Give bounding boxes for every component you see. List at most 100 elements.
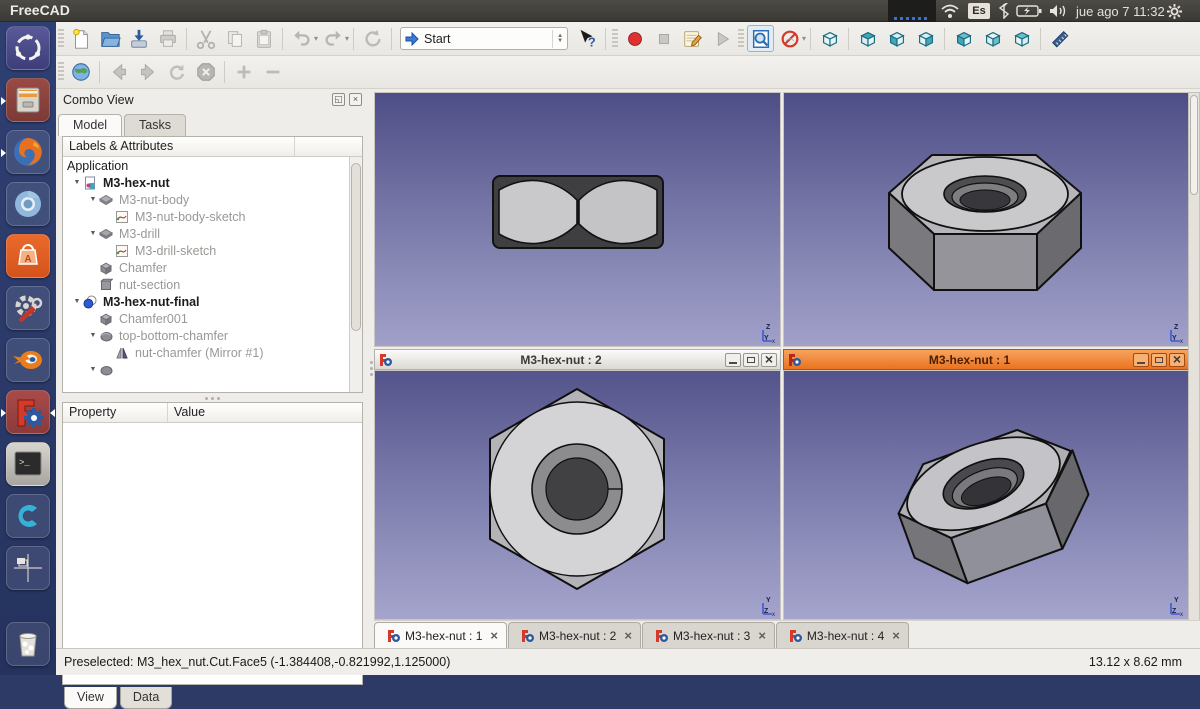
tree-item-m3-hex-nut-final[interactable]: ▼ M3-hex-nut-final [63,293,362,310]
launcher-terminal-icon[interactable]: >_ [6,442,50,486]
view-rear-button[interactable] [950,25,977,52]
tree-item-top-bottom-chamfer[interactable]: ▼ top-bottom-chamfer [63,327,362,344]
close-button[interactable] [1169,353,1185,367]
tree-item-m3-nut-body[interactable]: ▼ M3-nut-body [63,191,362,208]
whats-this-button[interactable]: ? [573,25,600,52]
redo-button[interactable] [319,25,346,52]
close-button[interactable] [761,353,777,367]
expander-icon[interactable]: ▼ [87,366,99,373]
tab-close-icon[interactable]: × [758,628,766,643]
expander-icon[interactable]: ▼ [87,196,99,203]
subwindow-titlebar-1[interactable]: M3-hex-nut : 1 [783,349,1189,370]
undo-button[interactable] [288,25,315,52]
mdi-tab-3[interactable]: M3-hex-nut : 3× [642,622,775,648]
zoom-in-button[interactable] [230,59,257,86]
tree-item-chamfer[interactable]: Chamfer [63,259,362,276]
keyboard-layout-indicator[interactable]: Es [968,3,990,19]
tab-close-icon[interactable]: × [490,628,498,643]
tree-item-m3-nut-body-sketch[interactable]: M3-nut-body-sketch [63,208,362,225]
tree-item-partial[interactable]: ▼ [63,361,362,378]
launcher-firefox-icon[interactable] [6,130,50,174]
viewport-top-view[interactable]: YZx [374,370,781,620]
volume-icon[interactable] [1048,0,1068,22]
clock[interactable]: jue ago 7 11:32 [1076,0,1165,22]
tree-item-m3-drill[interactable]: ▼ M3-drill [63,225,362,242]
mdi-scrollbar-thumb[interactable] [1190,95,1198,195]
new-file-button[interactable] [67,25,94,52]
view-front-button[interactable] [854,25,881,52]
property-column-header[interactable]: Property [63,403,168,422]
tab-model[interactable]: Model [58,114,122,136]
mdi-tab-2[interactable]: M3-hex-nut : 2× [508,622,641,648]
tab-close-icon[interactable]: × [892,628,900,643]
mdi-tab-4[interactable]: M3-hex-nut : 4× [776,622,909,648]
undo-dropdown-icon[interactable]: ▾ [314,34,318,43]
expander-icon[interactable]: ▼ [87,230,99,237]
tree-item-m3-drill-sketch[interactable]: M3-drill-sketch [63,242,362,259]
measure-button[interactable] [1046,25,1073,52]
print-button[interactable] [154,25,181,52]
launcher-software-center-icon[interactable]: A [6,234,50,278]
viewport-front-view[interactable]: ZYx [374,92,781,347]
launcher-freecad-icon[interactable] [6,390,50,434]
web-back-button[interactable] [105,59,132,86]
save-button[interactable] [125,25,152,52]
launcher-blender-icon[interactable] [6,338,50,382]
tab-close-icon[interactable]: × [624,628,632,643]
macro-record-button[interactable] [621,25,648,52]
launcher-c-app-icon[interactable] [6,494,50,538]
workbench-spinner[interactable]: ▲▼ [552,30,563,48]
tree-scrollbar[interactable] [349,157,362,392]
web-home-button[interactable] [67,59,94,86]
mdi-tab-1[interactable]: M3-hex-nut : 1× [374,622,507,648]
refresh-button[interactable] [359,25,386,52]
wifi-icon[interactable] [940,0,960,22]
macro-stop-button[interactable] [650,25,677,52]
view-right-button[interactable] [912,25,939,52]
view-left-button[interactable] [1008,25,1035,52]
zoom-out-button[interactable] [259,59,286,86]
combo-view-titlebar[interactable]: Combo View ◱ × [56,89,369,111]
battery-icon[interactable] [1016,0,1042,22]
tree-item-nut-section[interactable]: nut-section [63,276,362,293]
tab-view[interactable]: View [64,687,117,709]
viewport-isometric-view-2[interactable]: YZx [783,370,1189,620]
toolbar-handle[interactable] [612,29,618,49]
toolbar-handle[interactable] [58,62,64,82]
fit-all-button[interactable] [747,25,774,52]
tree-item-m3-hex-nut[interactable]: ▼ M3-hex-nut [63,174,362,191]
launcher-workspace-switcher-icon[interactable] [6,546,50,590]
redo-dropdown-icon[interactable]: ▾ [345,34,349,43]
view-axonometric-button[interactable] [816,25,843,52]
viewport-isometric-view[interactable]: ZYx [783,92,1189,347]
expander-icon[interactable]: ▼ [71,298,83,305]
web-refresh-button[interactable] [163,59,190,86]
web-stop-button[interactable] [192,59,219,86]
paste-button[interactable] [250,25,277,52]
mdi-scrollbar[interactable] [1188,92,1200,621]
launcher-chromium-icon[interactable] [6,182,50,226]
minimize-button[interactable] [725,353,741,367]
launcher-dash-icon[interactable] [6,26,50,70]
maximize-button[interactable] [1151,353,1167,367]
draw-style-button[interactable] [776,25,803,52]
macro-edit-button[interactable] [679,25,706,52]
open-file-button[interactable] [96,25,123,52]
web-forward-button[interactable] [134,59,161,86]
tree-item-chamfer001[interactable]: Chamfer001 [63,310,362,327]
minimize-button[interactable] [1133,353,1149,367]
tab-data[interactable]: Data [120,687,172,709]
launcher-trash-icon[interactable] [6,622,50,666]
view-top-button[interactable] [883,25,910,52]
tree-item-application[interactable]: Application [63,157,362,174]
tree-item-nut-chamfer-mirror[interactable]: nut-chamfer (Mirror #1) [63,344,362,361]
tree-scrollbar-thumb[interactable] [351,163,361,331]
draw-style-dropdown-icon[interactable]: ▾ [802,34,806,43]
tab-tasks[interactable]: Tasks [124,114,186,136]
cut-button[interactable] [192,25,219,52]
value-column-header[interactable]: Value [168,403,205,422]
workbench-selector[interactable]: Start ▲▼ [400,27,568,50]
float-panel-icon[interactable]: ◱ [332,93,345,106]
close-panel-icon[interactable]: × [349,93,362,106]
macro-play-button[interactable] [708,25,735,52]
